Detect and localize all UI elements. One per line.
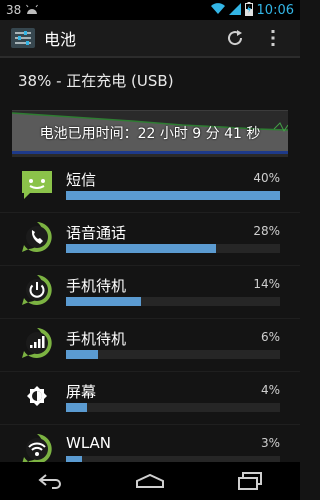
usage-bar-fill	[66, 403, 88, 412]
list-item-percent: 28%	[253, 224, 280, 238]
battery-status-text: 38% - 正在充电 (USB)	[18, 72, 174, 90]
usage-bar	[66, 403, 280, 412]
list-item-label: WLAN	[66, 434, 112, 452]
usage-bar-fill	[66, 350, 99, 359]
list-item-standby[interactable]: 手机待机 14%	[0, 266, 300, 319]
back-icon[interactable]	[30, 468, 70, 494]
list-item-percent: 40%	[253, 171, 280, 185]
list-item-label: 屏幕	[66, 383, 97, 401]
signal-icon	[228, 2, 241, 18]
list-item-sms[interactable]: 短信 40%	[0, 160, 300, 213]
notification-count: 38	[6, 3, 22, 17]
usage-bar	[66, 350, 280, 359]
list-item-label: 语音通话	[66, 224, 127, 242]
overflow-menu-icon[interactable]	[262, 27, 284, 49]
list-item-percent: 3%	[260, 436, 280, 450]
phone-call-icon	[20, 220, 54, 254]
android-notification-icon	[25, 3, 39, 18]
battery-charging-icon	[244, 1, 253, 19]
list-item-screen[interactable]: 屏幕 4%	[0, 372, 300, 425]
usage-bar	[66, 244, 280, 253]
wifi-icon	[20, 432, 54, 466]
navigation-bar	[0, 462, 300, 500]
refresh-icon[interactable]	[224, 27, 246, 49]
wifi-icon	[210, 2, 225, 18]
usage-bar-fill	[66, 297, 141, 306]
cell-signal-icon	[20, 326, 54, 360]
usage-bar	[66, 297, 280, 306]
battery-usage-list: 短信 40% 语音通话 28% 手机待机 14% 手机待机 6% 屏幕 4% W…	[0, 160, 300, 478]
list-item-label: 手机待机	[66, 330, 127, 348]
brightness-icon	[20, 379, 54, 413]
list-item-percent: 14%	[253, 277, 280, 291]
settings-sliders-icon[interactable]	[10, 25, 36, 51]
battery-history-graph[interactable]: 电池已用时间：22 小时 9 分 41 秒	[12, 110, 288, 157]
clock: 10:06	[256, 2, 294, 18]
power-icon	[20, 273, 54, 307]
page-title: 电池	[44, 30, 77, 49]
action-bar: 电池	[0, 20, 300, 58]
status-bar: 38 10:06	[0, 0, 300, 20]
list-item-cell-standby[interactable]: 手机待机 6%	[0, 319, 300, 372]
home-icon[interactable]	[130, 468, 170, 494]
messaging-icon	[20, 167, 54, 201]
list-item-percent: 4%	[260, 383, 280, 397]
battery-usage-time: 电池已用时间：22 小时 9 分 41 秒	[39, 126, 261, 142]
list-item-percent: 6%	[260, 330, 280, 344]
list-item-label: 手机待机	[66, 277, 127, 295]
usage-bar-fill	[66, 191, 280, 200]
recent-apps-icon[interactable]	[230, 468, 270, 494]
list-item-label: 短信	[66, 171, 97, 189]
list-item-voice-call[interactable]: 语音通话 28%	[0, 213, 300, 266]
usage-bar	[66, 191, 280, 200]
usage-bar-fill	[66, 244, 216, 253]
